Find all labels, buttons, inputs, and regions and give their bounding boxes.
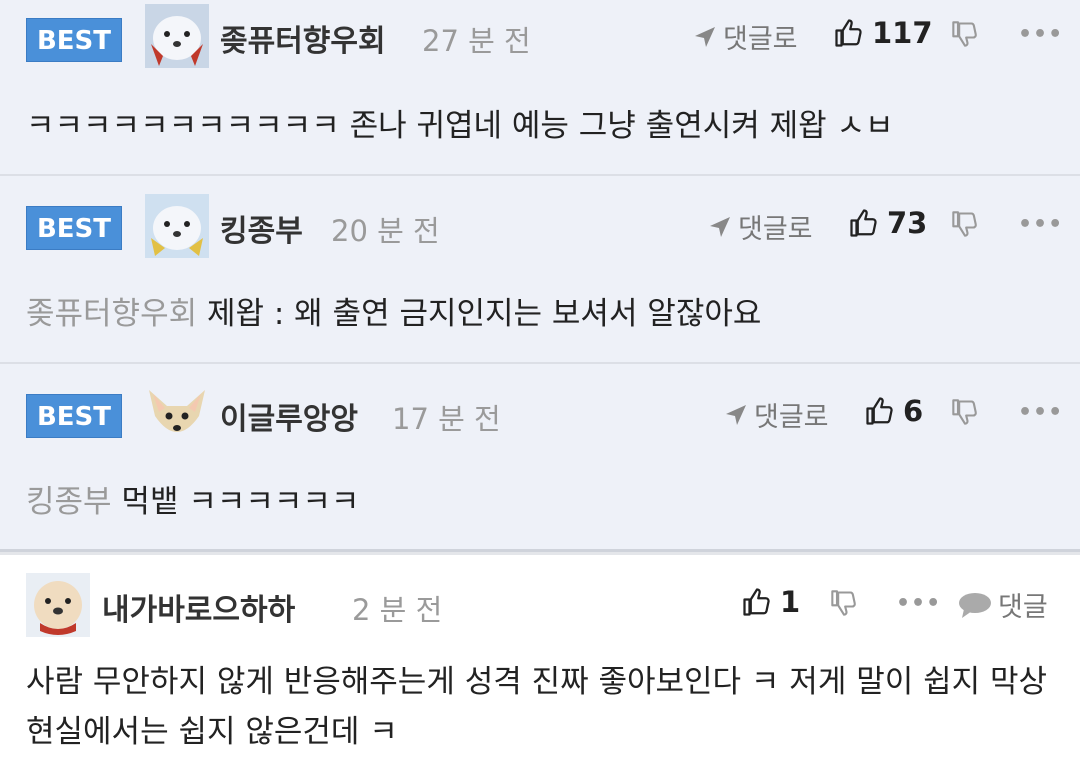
speech-bubble-icon — [959, 592, 991, 618]
mention[interactable]: 좆퓨터향우회 — [26, 296, 197, 332]
comment-body: 먹뱉 ㅋㅋㅋㅋㅋㅋ — [121, 484, 360, 520]
thumbs-down-icon[interactable] — [951, 210, 979, 238]
best-comment: BEST 좆퓨터향우회 27 분 전 댓글로 117 ••• ㅋㅋㅋㅋㅋㅋㅋㅋㅋ… — [0, 0, 1080, 176]
nickname[interactable]: 좆퓨터향우회 — [220, 16, 386, 60]
comment-text: 킹종부 먹뱉 ㅋㅋㅋㅋㅋㅋ — [26, 476, 359, 521]
thumbs-down-icon[interactable] — [830, 589, 858, 617]
thumbs-up-icon — [835, 19, 862, 47]
thumbs-up-icon — [850, 209, 877, 237]
like-button[interactable]: 73 — [849, 206, 927, 240]
best-badge: BEST — [26, 18, 122, 62]
timestamp: 2 분 전 — [352, 593, 443, 627]
comment-text: ㅋㅋㅋㅋㅋㅋㅋㅋㅋㅋㅋ 존나 귀엽네 예능 그냥 출연시켜 제왑 ㅅㅂ — [26, 100, 894, 145]
like-count: 73 — [887, 206, 928, 240]
timestamp: 17 분 전 — [392, 402, 501, 436]
reply-label: 댓글로 — [723, 24, 798, 55]
like-button[interactable]: 1 — [742, 585, 800, 619]
reply-button[interactable]: 댓글 — [958, 585, 1048, 624]
nickname[interactable]: 이글루앙앙 — [220, 394, 358, 438]
timestamp: 27 분 전 — [422, 24, 531, 58]
comment: 내가바로으하하 2 분 전 1 ••• 댓글 사람 무안하지 않게 반응해주는게… — [0, 552, 1080, 772]
reply-arrow-icon — [726, 404, 746, 425]
nickname[interactable]: 내가바로으하하 — [102, 585, 295, 629]
thumbs-up-icon — [866, 397, 893, 425]
best-comment: BEST 이글루앙앙 17 분 전 댓글로 6 ••• 킹종부 먹뱉 ㅋㅋㅋㅋㅋ… — [0, 364, 1080, 552]
reply-label: 댓글로 — [754, 402, 829, 433]
like-count: 1 — [780, 585, 801, 619]
best-badge: BEST — [26, 394, 122, 438]
best-badge: BEST — [26, 206, 122, 250]
thumbs-down-icon[interactable] — [951, 20, 979, 48]
puppy-avatar-icon[interactable] — [26, 573, 90, 637]
like-button[interactable]: 6 — [865, 394, 923, 428]
like-button[interactable]: 117 — [834, 16, 933, 50]
comment-body: ㅋㅋㅋㅋㅋㅋㅋㅋㅋㅋㅋ 존나 귀엽네 예능 그냥 출연시켜 제왑 ㅅㅂ — [26, 108, 894, 144]
comment-body: 제왑 : 왜 출연 금지인지는 보셔서 알잖아요 — [206, 296, 762, 332]
more-dots-icon[interactable]: ••• — [1018, 400, 1063, 425]
polar-bear-avatar-icon[interactable] — [145, 194, 209, 258]
like-count: 117 — [872, 16, 933, 50]
reply-label: 댓글 — [998, 592, 1048, 623]
reply-button[interactable]: 댓글로 — [724, 395, 829, 434]
mention[interactable]: 킹종부 — [26, 484, 112, 520]
reply-button[interactable]: 댓글로 — [693, 17, 798, 56]
best-comment: BEST 킹종부 20 분 전 댓글로 73 ••• 좆퓨터향우회 제왑 : 왜… — [0, 176, 1080, 364]
more-dots-icon[interactable]: ••• — [1018, 212, 1063, 237]
thumbs-down-icon[interactable] — [951, 398, 979, 426]
more-dots-icon[interactable]: ••• — [896, 591, 941, 616]
reply-button[interactable]: 댓글로 — [708, 207, 813, 246]
reply-arrow-icon — [710, 216, 730, 237]
chihuahua-avatar-icon[interactable] — [145, 382, 209, 446]
timestamp: 20 분 전 — [331, 214, 440, 248]
comment-body: 사람 무안하지 않게 반응해주는게 성격 진짜 좋아보인다 ㅋ 저게 말이 쉽지… — [26, 664, 1048, 750]
reply-arrow-icon — [695, 26, 715, 47]
reply-label: 댓글로 — [738, 214, 813, 245]
nickname[interactable]: 킹종부 — [220, 206, 303, 250]
like-count: 6 — [903, 394, 924, 428]
polar-bear-avatar-icon[interactable] — [145, 4, 209, 68]
more-dots-icon[interactable]: ••• — [1018, 22, 1063, 47]
thumbs-up-icon — [743, 588, 770, 616]
comment-text: 좆퓨터향우회 제왑 : 왜 출연 금지인지는 보셔서 알잖아요 — [26, 288, 761, 333]
